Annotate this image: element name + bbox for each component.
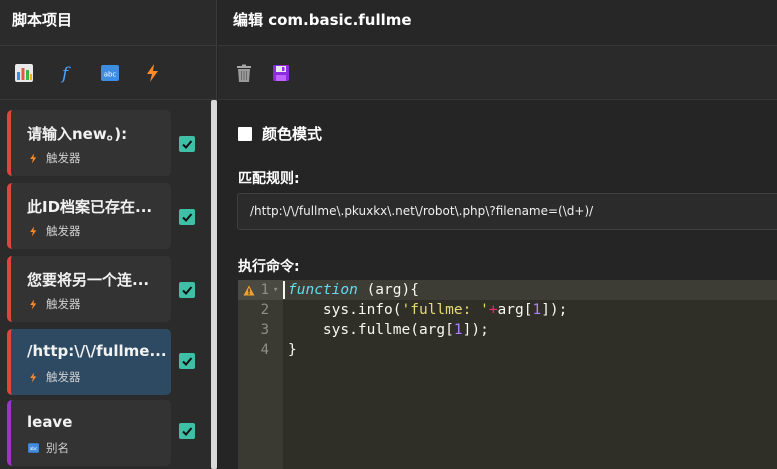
rule-input[interactable] bbox=[237, 193, 777, 230]
sidebar-toolbar: f abc bbox=[0, 46, 216, 100]
code-line: function (arg){ bbox=[288, 282, 419, 298]
script-item-type: 触发器 bbox=[27, 150, 81, 166]
script-item[interactable]: 您要将另一个连... 触发器 bbox=[7, 256, 171, 322]
script-item-type-label: 触发器 bbox=[46, 224, 81, 238]
line-number: 1 bbox=[260, 282, 269, 298]
abc-icon[interactable]: abc bbox=[100, 63, 120, 83]
editor-panel: 编辑 com.basic.fullme 颜色模式 匹配规则: /http:\/\… bbox=[218, 0, 777, 469]
enable-checkbox[interactable] bbox=[179, 423, 195, 439]
script-item-type: abc 别名 bbox=[27, 440, 69, 456]
color-mode-checkbox[interactable] bbox=[238, 126, 252, 141]
code-editor[interactable]: 1 ▾ 2 3 4 function (arg){ sys.info('full… bbox=[238, 280, 777, 469]
enable-checkbox[interactable] bbox=[179, 136, 195, 152]
checkmark-icon bbox=[182, 286, 193, 295]
rule-label: 匹配规则: bbox=[238, 171, 300, 187]
checkmark-icon bbox=[182, 213, 193, 222]
script-item-title: 请输入new。): bbox=[27, 125, 128, 143]
color-mode-toggle[interactable]: 颜色模式 bbox=[238, 123, 322, 144]
script-item-title: leave bbox=[27, 413, 73, 431]
trash-icon[interactable] bbox=[234, 63, 254, 83]
text-cursor bbox=[283, 281, 285, 299]
script-item-type: 触发器 bbox=[27, 296, 81, 312]
script-item-title: 此ID档案已存在... bbox=[27, 198, 153, 216]
checkmark-icon bbox=[182, 140, 193, 149]
lightning-icon[interactable] bbox=[143, 63, 163, 83]
enable-checkbox[interactable] bbox=[179, 209, 195, 225]
scrollbar[interactable] bbox=[211, 100, 217, 469]
function-icon[interactable]: f bbox=[57, 63, 77, 83]
script-item[interactable]: leave abc 别名 bbox=[7, 400, 171, 466]
enable-checkbox[interactable] bbox=[179, 282, 195, 298]
svg-text:f: f bbox=[60, 64, 71, 83]
checkmark-icon bbox=[182, 357, 193, 366]
fold-arrow-icon[interactable]: ▾ bbox=[273, 280, 278, 300]
script-item[interactable]: 请输入new。): 触发器 bbox=[7, 110, 171, 176]
script-item-type-label: 触发器 bbox=[46, 370, 81, 384]
script-item[interactable]: 此ID档案已存在... 触发器 bbox=[7, 183, 171, 249]
command-label: 执行命令: bbox=[238, 259, 300, 275]
script-item-type: 触发器 bbox=[27, 223, 81, 239]
lightning-icon bbox=[27, 298, 40, 311]
script-item-type-label: 触发器 bbox=[46, 151, 81, 165]
sidebar: 脚本项目 f abc 请输入new。): 触发器 此ID档案已存在... 触发器… bbox=[0, 0, 217, 469]
line-number: 3 bbox=[260, 322, 269, 338]
enable-checkbox[interactable] bbox=[179, 353, 195, 369]
line-number: 4 bbox=[260, 342, 269, 358]
line-gutter: 1 ▾ 2 3 4 bbox=[238, 280, 283, 469]
abc-icon: abc bbox=[27, 442, 40, 455]
line-number: 2 bbox=[260, 302, 269, 318]
checkmark-icon bbox=[182, 427, 193, 436]
lightning-icon bbox=[27, 225, 40, 238]
color-mode-label: 颜色模式 bbox=[262, 125, 323, 143]
code-line: sys.fullme(arg[1]); bbox=[288, 322, 489, 338]
editor-toolbar bbox=[218, 46, 777, 100]
svg-text:abc: abc bbox=[30, 446, 38, 451]
script-item-title: 您要将另一个连... bbox=[27, 271, 150, 289]
chart-icon[interactable] bbox=[14, 63, 34, 83]
script-item-selected[interactable]: /http:\/\/fullme... 触发器 bbox=[7, 329, 171, 395]
code-line: } bbox=[288, 342, 297, 358]
save-icon[interactable] bbox=[271, 63, 291, 83]
svg-text:abc: abc bbox=[104, 70, 117, 78]
script-list: 请输入new。): 触发器 此ID档案已存在... 触发器 您要将另一个连... bbox=[0, 100, 210, 469]
script-item-type-label: 触发器 bbox=[46, 297, 81, 311]
script-item-title: /http:\/\/fullme... bbox=[27, 342, 167, 360]
lightning-icon bbox=[27, 152, 40, 165]
editor-title: 编辑 com.basic.fullme bbox=[218, 0, 777, 46]
lightning-icon bbox=[27, 371, 40, 384]
code-line: sys.info('fullme: '+arg[1]); bbox=[288, 302, 568, 318]
script-item-type-label: 别名 bbox=[46, 441, 69, 455]
code-area[interactable]: function (arg){ sys.info('fullme: '+arg[… bbox=[283, 280, 777, 469]
sidebar-title: 脚本项目 bbox=[0, 0, 216, 46]
script-item-type: 触发器 bbox=[27, 369, 81, 385]
